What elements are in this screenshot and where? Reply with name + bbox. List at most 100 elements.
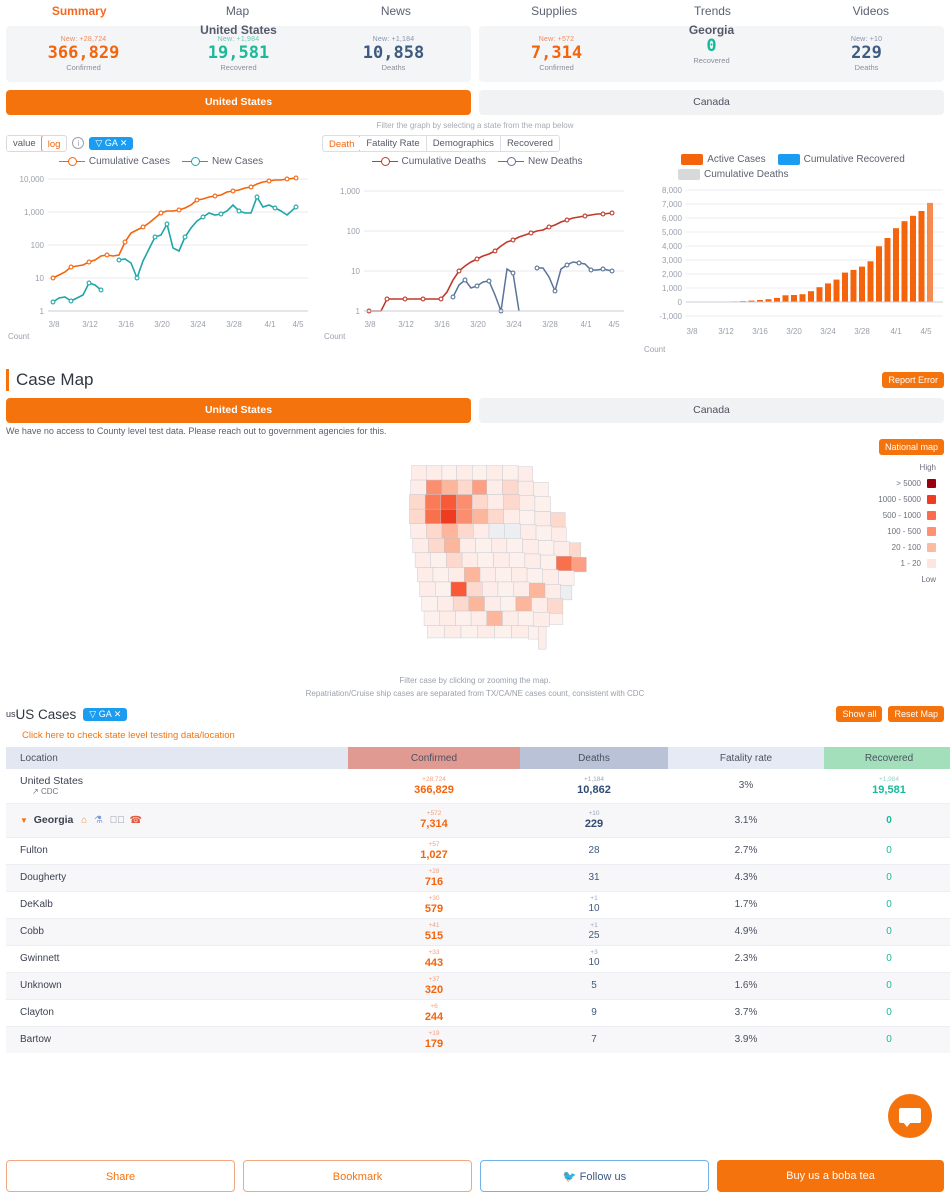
row-location-label: Unknown [6, 972, 348, 1000]
phone-icon[interactable]: ☎ [130, 815, 142, 826]
svg-text:2,000: 2,000 [662, 270, 683, 279]
boba-tea-button[interactable]: Buy us a boba tea [717, 1160, 944, 1192]
us-cases-header: us US Cases ▽ GA ✕ Show all Reset Map [0, 700, 950, 722]
info-icon[interactable]: i [72, 137, 85, 149]
legend-item-cumulative-deaths[interactable]: Cumulative Deaths [371, 156, 486, 167]
row-confirmed-new: +28,724 [422, 775, 446, 783]
country-toggle-top[interactable]: United States Canada [0, 82, 950, 115]
metric-tabs[interactable]: Death Fatality Rate Demographics Recover… [322, 134, 560, 152]
funnel-icon: ▽ [89, 708, 97, 719]
expand-toggle-icon[interactable]: ▼ [20, 816, 28, 825]
svg-text:3/16: 3/16 [434, 320, 450, 329]
cases-plot[interactable]: 10,000 1,000 100 10 1 3/8 3/12 3/16 3/20 3/24… [6, 169, 316, 341]
nav-item-summary[interactable]: Summary [0, 4, 158, 18]
deaths-chart-tabs[interactable]: Death Fatality Rate Demographics Recover… [322, 134, 632, 152]
follow-us-button[interactable]: 🐦 Follow us [480, 1160, 709, 1192]
us-cases-filter-chip[interactable]: ▽ GA ✕ [83, 707, 128, 721]
table-row-georgia[interactable]: ▼ Georgia ⌂ ⚗ ✓⃝ ☎ +572 7,314 +10 229 3.… [6, 803, 950, 838]
row-recovered-new: +1,984 [878, 775, 900, 783]
map-hint-1: Filter case by clicking or zooming the m… [399, 676, 551, 685]
scale-option-value[interactable]: value [7, 135, 42, 151]
row-cdc-link[interactable]: ↗ CDC [20, 787, 347, 796]
legend-item-active-cases[interactable]: Active Cases [681, 154, 766, 165]
nav-item-news[interactable]: News [317, 4, 475, 18]
table-row-bartow[interactable]: Bartow +19 179 7 3.9% 0 [6, 1026, 950, 1053]
active-plot[interactable]: 8,000 7,000 6,000 5,000 4,000 3,000 2,000 1,… [638, 182, 948, 354]
svg-text:1,000: 1,000 [24, 208, 45, 217]
map-country-button-united-states[interactable]: United States [6, 398, 471, 423]
bookmark-button[interactable]: Bookmark [243, 1160, 472, 1192]
table-row-clayton[interactable]: Clayton +6 244 9 3.7% 0 [6, 999, 950, 1027]
legend-item-cumulative-deaths[interactable]: Cumulative Deaths [638, 169, 948, 180]
national-map-button[interactable]: National map [878, 439, 944, 455]
scale-option-log[interactable]: log [40, 135, 67, 151]
deaths-legend[interactable]: Cumulative Deaths New Deaths [322, 156, 632, 167]
georgia-county-map-area[interactable]: High > 5000 1000 - 5000 500 - 1000 100 -… [0, 459, 950, 674]
close-icon[interactable]: ✕ [114, 709, 122, 719]
row-deaths-new: +3 [590, 949, 598, 956]
stat-value: 10,858 [362, 43, 425, 63]
table-row-dekalb[interactable]: DeKalb +30 579 +1 10 1.7% 0 [6, 891, 950, 919]
legend-swatch-icon [927, 478, 936, 488]
stat-card-united-states: United States New: +28,724 366,829 Confi… [6, 23, 471, 82]
table-row-united-states[interactable]: United States ↗ CDC +28,724 366,829 +1,1… [6, 769, 950, 804]
row-deaths-new: +1,184 [583, 775, 605, 783]
row-recovered: 0 [824, 837, 950, 865]
column-header-deaths[interactable]: Deaths [520, 747, 668, 769]
tab-demographics[interactable]: Demographics [426, 135, 501, 151]
row-fatality: 2.3% [668, 945, 824, 973]
svg-text:100: 100 [347, 227, 361, 236]
state-testing-link[interactable]: Click here to check state level testing … [0, 722, 950, 747]
row-deaths: 10 [588, 957, 600, 968]
nav-item-supplies[interactable]: Supplies [475, 4, 633, 18]
table-row-unknown[interactable]: Unknown +37 320 5 1.6% 0 [6, 972, 950, 1000]
chat-bubble-icon [899, 1108, 921, 1123]
legend-item-cumulative-recovered[interactable]: Cumulative Recovered [777, 154, 905, 165]
legend-item-cumulative-cases[interactable]: Cumulative Cases [58, 156, 170, 167]
share-button[interactable]: Share [6, 1160, 235, 1192]
legend-bin-row: 20 - 100 [878, 539, 936, 555]
country-button-canada[interactable]: Canada [479, 90, 944, 115]
svg-text:7,000: 7,000 [662, 200, 683, 209]
cases-legend[interactable]: Cumulative Cases New Cases [6, 156, 316, 167]
legend-item-new-deaths[interactable]: New Deaths [498, 156, 582, 167]
check-circle-icon[interactable]: ✓⃝ [110, 815, 125, 826]
nav-item-videos[interactable]: Videos [792, 4, 950, 18]
cases-chart-controls[interactable]: value log i ▽ GA ✕ [6, 134, 316, 152]
deaths-plot[interactable]: 1,000 100 10 1 3/8 3/12 3/16 3/20 3/24 3/28 4… [322, 169, 632, 341]
column-header-confirmed[interactable]: Confirmed [348, 747, 520, 769]
active-plot-svg: 8,000 7,000 6,000 5,000 4,000 3,000 2,000 1,… [659, 186, 943, 336]
show-all-button[interactable]: Show all [836, 706, 883, 722]
flask-icon[interactable]: ⚗ [94, 815, 103, 826]
svg-text:4/5: 4/5 [292, 320, 304, 329]
svg-text:10,000: 10,000 [20, 175, 45, 184]
row-deaths: 25 [588, 930, 600, 941]
tab-recovered[interactable]: Recovered [500, 135, 559, 151]
tab-death[interactable]: Death [322, 135, 362, 151]
nav-item-trends[interactable]: Trends [633, 4, 791, 18]
report-error-button[interactable]: Report Error [882, 372, 944, 388]
country-toggle-map[interactable]: United States Canada [0, 391, 950, 423]
reset-map-button[interactable]: Reset Map [888, 706, 944, 722]
home-icon[interactable]: ⌂ [81, 815, 87, 826]
tab-fatality-rate[interactable]: Fatality Rate [360, 135, 427, 151]
georgia-county-map[interactable] [0, 459, 950, 674]
country-button-united-states[interactable]: United States [6, 90, 471, 115]
table-row-gwinnett[interactable]: Gwinnett +33 443 +3 10 2.3% 0 [6, 945, 950, 973]
active-legend[interactable]: Active Cases Cumulative Recovered Cumula… [638, 154, 948, 180]
chat-support-button[interactable] [888, 1094, 932, 1138]
table-row-dougherty[interactable]: Dougherty +28 716 31 4.3% 0 [6, 864, 950, 892]
svg-text:1,000: 1,000 [662, 284, 683, 293]
table-row-cobb[interactable]: Cobb +41 515 +1 25 4.9% 0 [6, 918, 950, 946]
table-row-fulton[interactable]: Fulton +57 1,027 28 2.7% 0 [6, 837, 950, 865]
nav-item-map[interactable]: Map [158, 4, 316, 18]
legend-item-new-cases[interactable]: New Cases [182, 156, 263, 167]
close-icon[interactable]: ✕ [120, 138, 128, 148]
column-header-fatality[interactable]: Fatality rate [668, 747, 824, 769]
column-header-location[interactable]: Location [6, 747, 348, 769]
footer-actions: Share Bookmark 🐦 Follow us Buy us a boba… [0, 1160, 950, 1192]
map-country-button-canada[interactable]: Canada [479, 398, 944, 423]
scale-toggle[interactable]: value log [6, 134, 68, 152]
filter-chip-ga[interactable]: ▽ GA ✕ [89, 136, 134, 150]
column-header-recovered[interactable]: Recovered [824, 747, 950, 769]
